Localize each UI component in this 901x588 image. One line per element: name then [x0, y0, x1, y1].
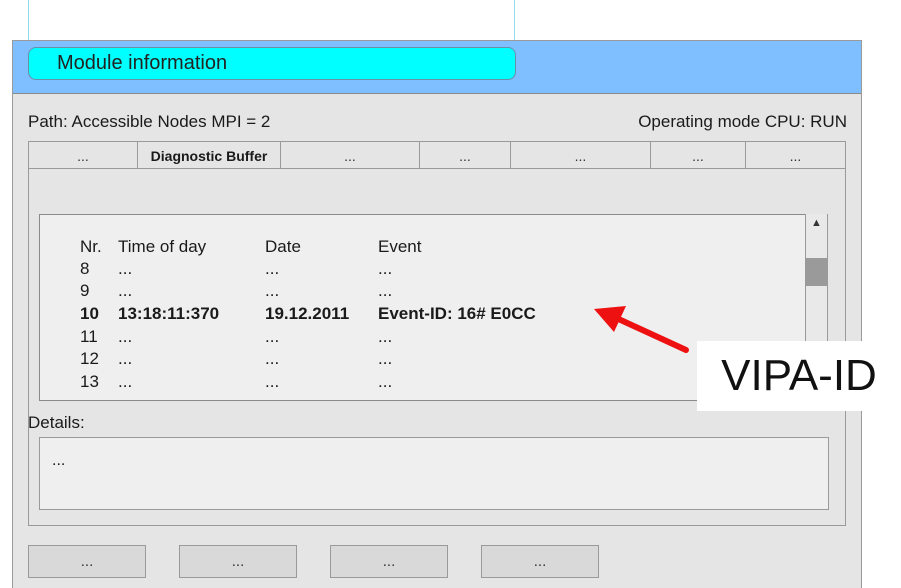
cell-event: ... [378, 349, 393, 368]
tab-3[interactable]: ... [281, 141, 420, 169]
button-2[interactable]: ... [179, 545, 297, 578]
cell-date: ... [265, 281, 280, 300]
cell-nr: 9 [80, 281, 90, 300]
details-field[interactable]: ... [39, 437, 829, 510]
path-label: Path: Accessible Nodes MPI = 2 [28, 112, 271, 131]
header-time-of-day: Time of day [118, 237, 207, 256]
scrollbar-thumb[interactable] [806, 258, 827, 286]
cell-time: ... [118, 281, 133, 300]
cell-nr: 12 [80, 349, 99, 368]
arrow-icon [594, 306, 689, 353]
cell-nr: 8 [80, 259, 90, 278]
cell-event: ... [378, 259, 393, 278]
cell-date: ... [265, 259, 280, 278]
cell-event: ... [378, 281, 393, 300]
cell-time: 13:18:11:370 [118, 304, 220, 323]
details-label: Details: [28, 413, 85, 432]
module-information-window: Module information Path: Accessible Node… [12, 40, 862, 588]
cell-date: ... [265, 327, 280, 346]
cell-time: ... [118, 349, 133, 368]
button-4[interactable]: ... [481, 545, 599, 578]
cell-nr: 13 [80, 372, 99, 391]
cell-event: Event-ID: 16# E0CC [378, 304, 536, 323]
button-1[interactable]: ... [28, 545, 146, 578]
header-date: Date [265, 237, 301, 256]
tab-bar: ... Diagnostic Buffer ... ... ... ... ..… [28, 141, 846, 169]
cell-time: ... [118, 259, 133, 278]
button-3[interactable]: ... [330, 545, 448, 578]
vipa-id-annotation: VIPA-ID [697, 341, 901, 411]
cell-date: ... [265, 349, 280, 368]
cell-date: ... [265, 372, 280, 391]
tab-4[interactable]: ... [420, 141, 511, 169]
tab-7[interactable]: ... [746, 141, 846, 169]
cell-event: ... [378, 327, 393, 346]
tab-1[interactable]: ... [28, 141, 138, 169]
title-bar: Module information [13, 41, 861, 94]
header-event: Event [378, 237, 422, 256]
tab-5[interactable]: ... [511, 141, 651, 169]
cell-time: ... [118, 372, 133, 391]
cell-nr: 10 [80, 304, 99, 323]
header-nr: Nr. [80, 237, 102, 256]
window-title: Module information [28, 47, 516, 80]
tab-diagnostic-buffer[interactable]: Diagnostic Buffer [138, 141, 281, 169]
triangle-up-icon[interactable]: ▲ [806, 214, 827, 232]
operating-mode-label: Operating mode CPU: RUN [638, 112, 847, 131]
tab-6[interactable]: ... [651, 141, 746, 169]
cell-nr: 11 [80, 327, 98, 346]
cell-event: ... [378, 372, 393, 391]
cell-date: 19.12.2011 [265, 304, 350, 323]
cell-time: ... [118, 327, 133, 346]
